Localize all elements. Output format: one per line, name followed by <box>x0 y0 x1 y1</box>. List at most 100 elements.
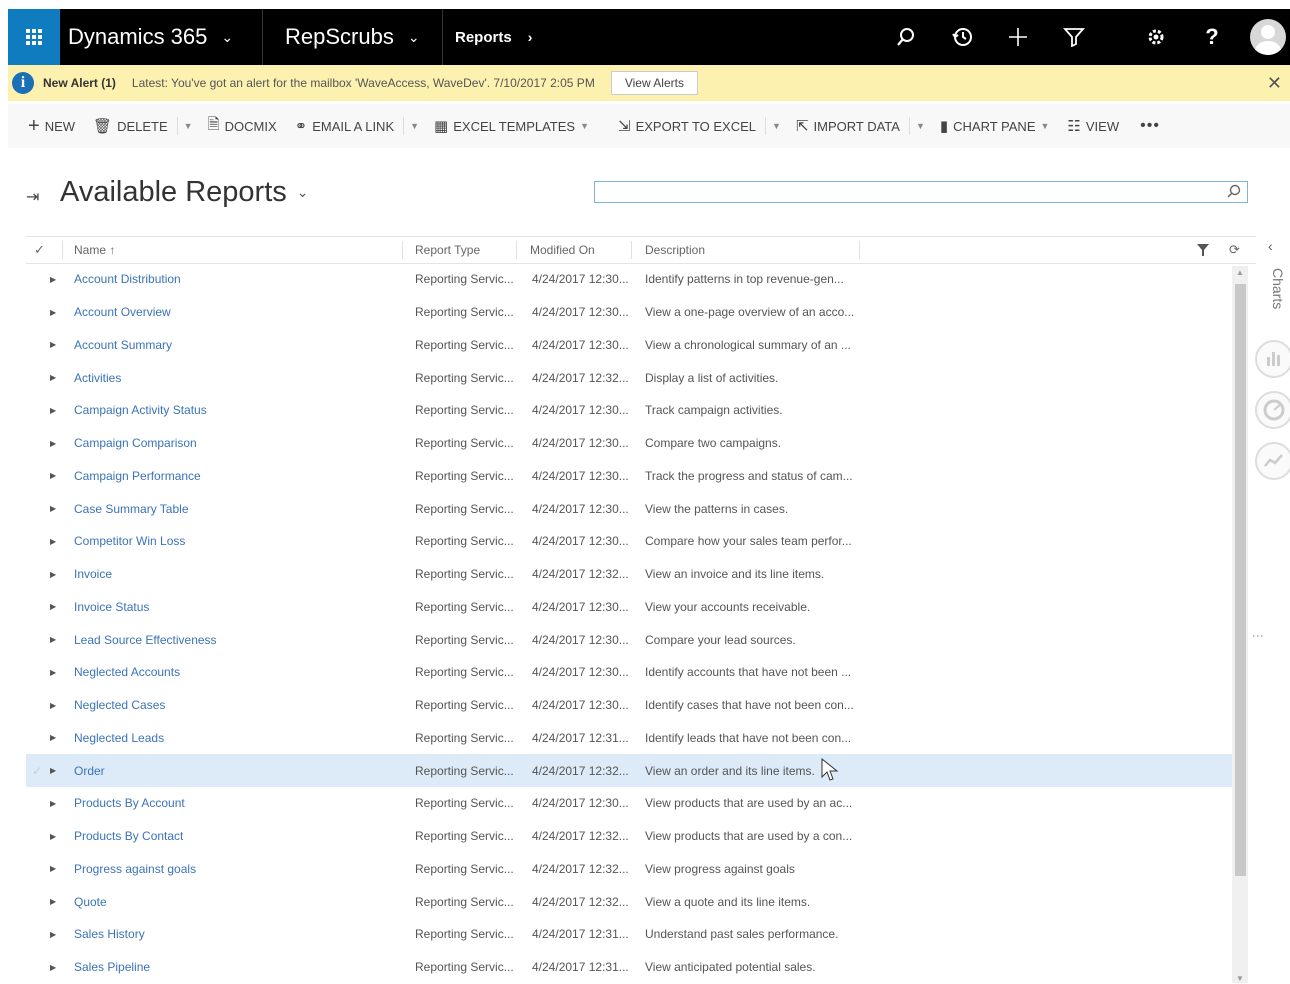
report-name-link[interactable]: Campaign Activity Status <box>74 394 207 427</box>
expand-arrow-icon[interactable]: ▶ <box>50 951 56 984</box>
expand-arrow-icon[interactable]: ▶ <box>50 787 56 820</box>
table-row[interactable]: ▶ Quote Reporting Servic... 4/24/2017 12… <box>26 885 1232 918</box>
row-checkbox[interactable] <box>32 460 48 493</box>
row-checkbox[interactable] <box>32 885 48 918</box>
docmix-button[interactable]: 🗎 DOCMIX <box>199 104 286 148</box>
row-checkbox[interactable] <box>32 394 48 427</box>
expand-arrow-icon[interactable]: ▶ <box>50 263 56 296</box>
table-row[interactable]: ▶ Products By Account Reporting Servic..… <box>26 787 1232 820</box>
table-row[interactable]: ▶ Case Summary Table Reporting Servic...… <box>26 492 1232 525</box>
row-checkbox[interactable] <box>32 525 48 558</box>
report-name-link[interactable]: Case Summary Table <box>74 492 189 525</box>
table-row[interactable]: ▶ Competitor Win Loss Reporting Servic..… <box>26 525 1232 558</box>
column-header-modified-on[interactable]: Modified On <box>530 237 595 263</box>
report-name-link[interactable]: Neglected Leads <box>74 722 164 755</box>
plus-icon[interactable] <box>990 9 1046 65</box>
report-name-link[interactable]: Account Overview <box>74 296 171 329</box>
pane-resize-grip[interactable]: ⋮ <box>1251 630 1265 640</box>
row-checkbox[interactable] <box>32 263 48 296</box>
table-row[interactable]: ▶ Invoice Reporting Servic... 4/24/2017 … <box>26 558 1232 591</box>
row-checkbox[interactable]: ✓ <box>32 754 48 787</box>
row-checkbox[interactable] <box>32 427 48 460</box>
area-switcher[interactable]: RepScrubs ⌄ <box>263 9 443 65</box>
row-checkbox[interactable] <box>32 591 48 624</box>
row-checkbox[interactable] <box>32 689 48 722</box>
scroll-up-arrow-icon[interactable]: ▲ <box>1236 268 1244 277</box>
select-all-checkbox[interactable]: ✓ <box>34 237 45 263</box>
scrollbar-thumb[interactable] <box>1235 284 1246 876</box>
delete-button[interactable]: 🗑 DELETE <box>84 104 177 148</box>
report-name-link[interactable]: Sales History <box>74 918 145 951</box>
report-name-link[interactable]: Neglected Cases <box>74 689 165 722</box>
table-row[interactable]: ▶ Campaign Activity Status Reporting Ser… <box>26 394 1232 427</box>
chart-pane-collapse-icon[interactable]: ‹ <box>1268 238 1273 254</box>
row-checkbox[interactable] <box>32 918 48 951</box>
row-checkbox[interactable] <box>32 787 48 820</box>
expand-arrow-icon[interactable]: ▶ <box>50 754 56 787</box>
import-dropdown-chevron-icon[interactable]: ▼ <box>908 117 931 135</box>
report-name-link[interactable]: Quote <box>74 885 107 918</box>
table-row[interactable]: ▶ Neglected Leads Reporting Servic... 4/… <box>26 722 1232 755</box>
report-name-link[interactable]: Neglected Accounts <box>74 656 180 689</box>
table-row[interactable]: ▶ Lead Source Effectiveness Reporting Se… <box>26 623 1232 656</box>
report-name-link[interactable]: Campaign Performance <box>74 460 201 493</box>
breadcrumb[interactable]: Reports › <box>443 9 548 65</box>
report-name-link[interactable]: Competitor Win Loss <box>74 525 185 558</box>
new-button[interactable]: + NEW <box>8 104 84 148</box>
expand-arrow-icon[interactable]: ▶ <box>50 918 56 951</box>
gear-icon[interactable] <box>1128 9 1184 65</box>
report-name-link[interactable]: Order <box>74 754 105 787</box>
table-row[interactable]: ▶ Account Overview Reporting Servic... 4… <box>26 296 1232 329</box>
waffle-icon[interactable] <box>8 9 60 65</box>
expand-arrow-icon[interactable]: ▶ <box>50 591 56 624</box>
user-avatar[interactable] <box>1250 19 1286 55</box>
expand-arrow-icon[interactable]: ▶ <box>50 820 56 853</box>
report-name-link[interactable]: Activities <box>74 361 121 394</box>
report-name-link[interactable]: Sales Pipeline <box>74 951 150 984</box>
table-row[interactable]: ▶ Progress against goals Reporting Servi… <box>26 853 1232 886</box>
pie-chart-icon[interactable] <box>1255 391 1290 429</box>
expand-arrow-icon[interactable]: ▶ <box>50 885 56 918</box>
report-name-link[interactable]: Account Summary <box>74 329 172 362</box>
help-icon[interactable]: ? <box>1184 9 1240 65</box>
column-header-name[interactable]: Name ↑ <box>74 237 115 263</box>
row-checkbox[interactable] <box>32 361 48 394</box>
line-chart-icon[interactable] <box>1255 442 1290 480</box>
export-dropdown-chevron-icon[interactable]: ▼ <box>765 117 787 135</box>
row-checkbox[interactable] <box>32 722 48 755</box>
expand-arrow-icon[interactable]: ▶ <box>50 722 56 755</box>
expand-arrow-icon[interactable]: ▶ <box>50 427 56 460</box>
expand-arrow-icon[interactable]: ▶ <box>50 853 56 886</box>
table-row[interactable]: ▶ Campaign Comparison Reporting Servic..… <box>26 427 1232 460</box>
report-name-link[interactable]: Products By Contact <box>74 820 183 853</box>
filter-icon[interactable] <box>1046 9 1102 65</box>
view-button[interactable]: ☷ VIEW <box>1058 104 1128 148</box>
search-icon[interactable] <box>878 9 934 65</box>
bar-chart-icon[interactable] <box>1255 340 1290 378</box>
expand-arrow-icon[interactable]: ▶ <box>50 656 56 689</box>
column-header-description[interactable]: Description <box>645 237 705 263</box>
table-row-selected[interactable]: ✓ ▶ Order Reporting Servic... 4/24/2017 … <box>26 754 1232 787</box>
report-name-link[interactable]: Account Distribution <box>74 263 181 296</box>
report-name-link[interactable]: Invoice Status <box>74 591 149 624</box>
row-checkbox[interactable] <box>32 853 48 886</box>
row-checkbox[interactable] <box>32 558 48 591</box>
table-row[interactable]: ▶ Sales History Reporting Servic... 4/24… <box>26 918 1232 951</box>
email-link-button[interactable]: ⚭ EMAIL A LINK <box>286 104 403 148</box>
delete-dropdown-chevron-icon[interactable]: ▼ <box>176 117 199 135</box>
table-row[interactable]: ▶ Account Distribution Reporting Servic.… <box>26 263 1232 296</box>
close-icon[interactable]: ✕ <box>1267 73 1282 94</box>
history-icon[interactable] <box>934 9 990 65</box>
report-name-link[interactable]: Progress against goals <box>74 853 196 886</box>
chart-pane-button[interactable]: ▮ CHART PANE ▼ <box>931 104 1059 148</box>
email-link-dropdown-chevron-icon[interactable]: ▼ <box>403 117 425 135</box>
search-icon[interactable] <box>1227 184 1241 203</box>
page-title[interactable]: Available Reports ⌄ <box>60 176 309 209</box>
row-checkbox[interactable] <box>32 296 48 329</box>
expand-arrow-icon[interactable]: ▶ <box>50 329 56 362</box>
expand-arrow-icon[interactable]: ▶ <box>50 460 56 493</box>
more-commands-button[interactable]: ••• <box>1128 104 1172 148</box>
scroll-down-arrow-icon[interactable]: ▼ <box>1236 974 1244 983</box>
column-header-report-type[interactable]: Report Type <box>415 237 480 263</box>
expand-arrow-icon[interactable]: ▶ <box>50 558 56 591</box>
